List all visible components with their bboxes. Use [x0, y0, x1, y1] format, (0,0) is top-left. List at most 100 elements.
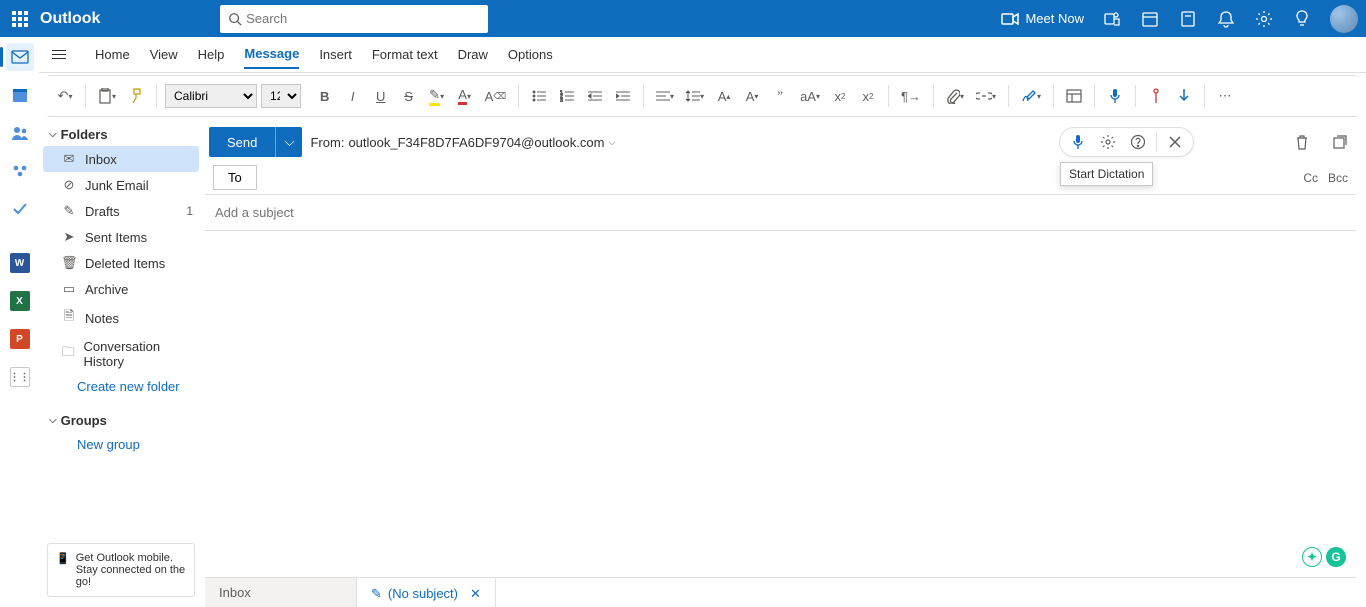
dictation-toolbar: Start Dictation: [1059, 127, 1194, 157]
tab-insert[interactable]: Insert: [319, 41, 352, 68]
increase-indent-button[interactable]: [611, 82, 635, 110]
dictate-button[interactable]: [1066, 130, 1090, 154]
rail-groups[interactable]: [6, 157, 34, 185]
line-spacing-button[interactable]: ▾: [682, 82, 708, 110]
rail-todo[interactable]: [6, 195, 34, 223]
folders-section-header[interactable]: ⌵Folders: [43, 123, 199, 146]
app-name[interactable]: Outlook: [40, 10, 100, 28]
tab-home[interactable]: Home: [95, 41, 130, 68]
junk-icon: ⊘: [61, 177, 77, 193]
underline-button[interactable]: U: [369, 82, 393, 110]
dictation-close-button[interactable]: [1163, 130, 1187, 154]
rail-excel[interactable]: X: [6, 287, 34, 315]
superscript-button[interactable]: x2: [856, 82, 880, 110]
sent-icon: ➤: [61, 229, 77, 245]
grammarly-widget[interactable]: ✦ G: [1302, 547, 1346, 567]
folder-archive[interactable]: ▭Archive: [43, 276, 199, 302]
message-body[interactable]: [205, 231, 1356, 577]
hamburger-icon[interactable]: [49, 50, 69, 59]
bottom-tab-draft[interactable]: ✎ (No subject) ✕: [357, 578, 496, 607]
quote-button[interactable]: ”: [768, 82, 792, 110]
font-name-select[interactable]: Calibri: [165, 84, 257, 108]
folder-inbox[interactable]: ✉Inbox: [43, 146, 199, 172]
notes-header-icon[interactable]: [1178, 9, 1198, 29]
folder-deleted[interactable]: 🗑Deleted Items: [43, 250, 199, 276]
strikethrough-button[interactable]: S: [397, 82, 421, 110]
rail-people[interactable]: [6, 119, 34, 147]
dictate-toolbar-button[interactable]: [1103, 82, 1127, 110]
rail-mail[interactable]: [6, 43, 34, 71]
download-button[interactable]: [1172, 82, 1196, 110]
folder-sent[interactable]: ➤Sent Items: [43, 224, 199, 250]
search-input[interactable]: [246, 11, 480, 26]
groups-section-header[interactable]: ⌵Groups: [43, 409, 199, 432]
bullets-button[interactable]: [527, 82, 551, 110]
create-folder-link[interactable]: Create new folder: [43, 374, 199, 399]
tab-message[interactable]: Message: [244, 40, 299, 69]
more-commands-button[interactable]: ⋯: [1213, 82, 1237, 110]
rail-word[interactable]: W: [6, 249, 34, 277]
tab-format-text[interactable]: Format text: [372, 41, 438, 68]
folder-drafts[interactable]: ✎Drafts1: [43, 198, 199, 224]
phone-icon: 📱: [56, 552, 70, 588]
folder-history[interactable]: 🗀Conversation History: [43, 334, 199, 374]
subscript-button[interactable]: x2: [828, 82, 852, 110]
mobile-promo[interactable]: 📱 Get Outlook mobile. Stay connected on …: [47, 543, 195, 597]
to-button[interactable]: To: [213, 165, 257, 190]
sensitivity-button[interactable]: [1144, 82, 1168, 110]
bold-button[interactable]: B: [313, 82, 337, 110]
tips-icon[interactable]: [1292, 9, 1312, 29]
folder-junk[interactable]: ⊘Junk Email: [43, 172, 199, 198]
immersive-button[interactable]: [1062, 82, 1086, 110]
rail-powerpoint[interactable]: P: [6, 325, 34, 353]
decrease-indent-button[interactable]: [583, 82, 607, 110]
settings-icon[interactable]: [1254, 9, 1274, 29]
bcc-button[interactable]: Bcc: [1328, 171, 1348, 185]
ltr-button[interactable]: ¶→: [897, 82, 925, 110]
bottom-tab-inbox[interactable]: Inbox: [205, 578, 357, 607]
font-color-button[interactable]: A▾: [453, 82, 477, 110]
dictation-settings-button[interactable]: [1096, 130, 1120, 154]
send-options-button[interactable]: ⌵: [275, 127, 302, 157]
notifications-icon[interactable]: [1216, 9, 1236, 29]
dictation-help-button[interactable]: [1126, 130, 1150, 154]
chevron-down-icon: ⌵: [49, 415, 57, 426]
calendar-header-icon[interactable]: [1140, 9, 1160, 29]
change-case-button[interactable]: aA▾: [796, 82, 824, 110]
tab-draw[interactable]: Draw: [458, 41, 488, 68]
italic-button[interactable]: I: [341, 82, 365, 110]
app-launcher-icon[interactable]: [8, 7, 32, 31]
decrease-font-button[interactable]: A▾: [740, 82, 764, 110]
tab-help[interactable]: Help: [198, 41, 225, 68]
highlight-button[interactable]: ✎▾: [425, 82, 449, 110]
new-group-link[interactable]: New group: [43, 432, 199, 457]
format-painter-button[interactable]: [124, 82, 148, 110]
font-size-select[interactable]: 12: [261, 84, 301, 108]
rail-calendar[interactable]: [6, 81, 34, 109]
meet-now-button[interactable]: Meet Now: [1001, 11, 1084, 26]
increase-font-button[interactable]: A▴: [712, 82, 736, 110]
clear-format-button[interactable]: A⌫: [481, 82, 510, 110]
teams-icon[interactable]: [1102, 9, 1122, 29]
tab-view[interactable]: View: [150, 41, 178, 68]
search-box[interactable]: [220, 5, 488, 33]
signature-button[interactable]: ▾: [1017, 82, 1045, 110]
subject-input[interactable]: [213, 201, 1348, 224]
close-tab-button[interactable]: ✕: [470, 586, 481, 602]
tab-options[interactable]: Options: [508, 41, 553, 68]
folder-notes[interactable]: 🗎Notes: [43, 302, 199, 334]
from-field[interactable]: From: outlook_F34F8D7FA6DF9704@outlook.c…: [310, 135, 615, 150]
link-button[interactable]: ▾: [972, 82, 1000, 110]
discard-button[interactable]: [1290, 130, 1314, 154]
dictation-tooltip: Start Dictation: [1060, 162, 1153, 186]
avatar[interactable]: [1330, 5, 1358, 33]
attach-button[interactable]: ▾: [942, 82, 968, 110]
paste-button[interactable]: ▾: [94, 82, 120, 110]
rail-more-apps[interactable]: ⋮⋮: [6, 363, 34, 391]
numbering-button[interactable]: 123: [555, 82, 579, 110]
popout-button[interactable]: [1328, 130, 1352, 154]
align-button[interactable]: ▾: [652, 82, 678, 110]
send-button[interactable]: Send: [209, 127, 275, 157]
cc-button[interactable]: Cc: [1303, 171, 1318, 185]
undo-button[interactable]: ↶▾: [53, 82, 77, 110]
